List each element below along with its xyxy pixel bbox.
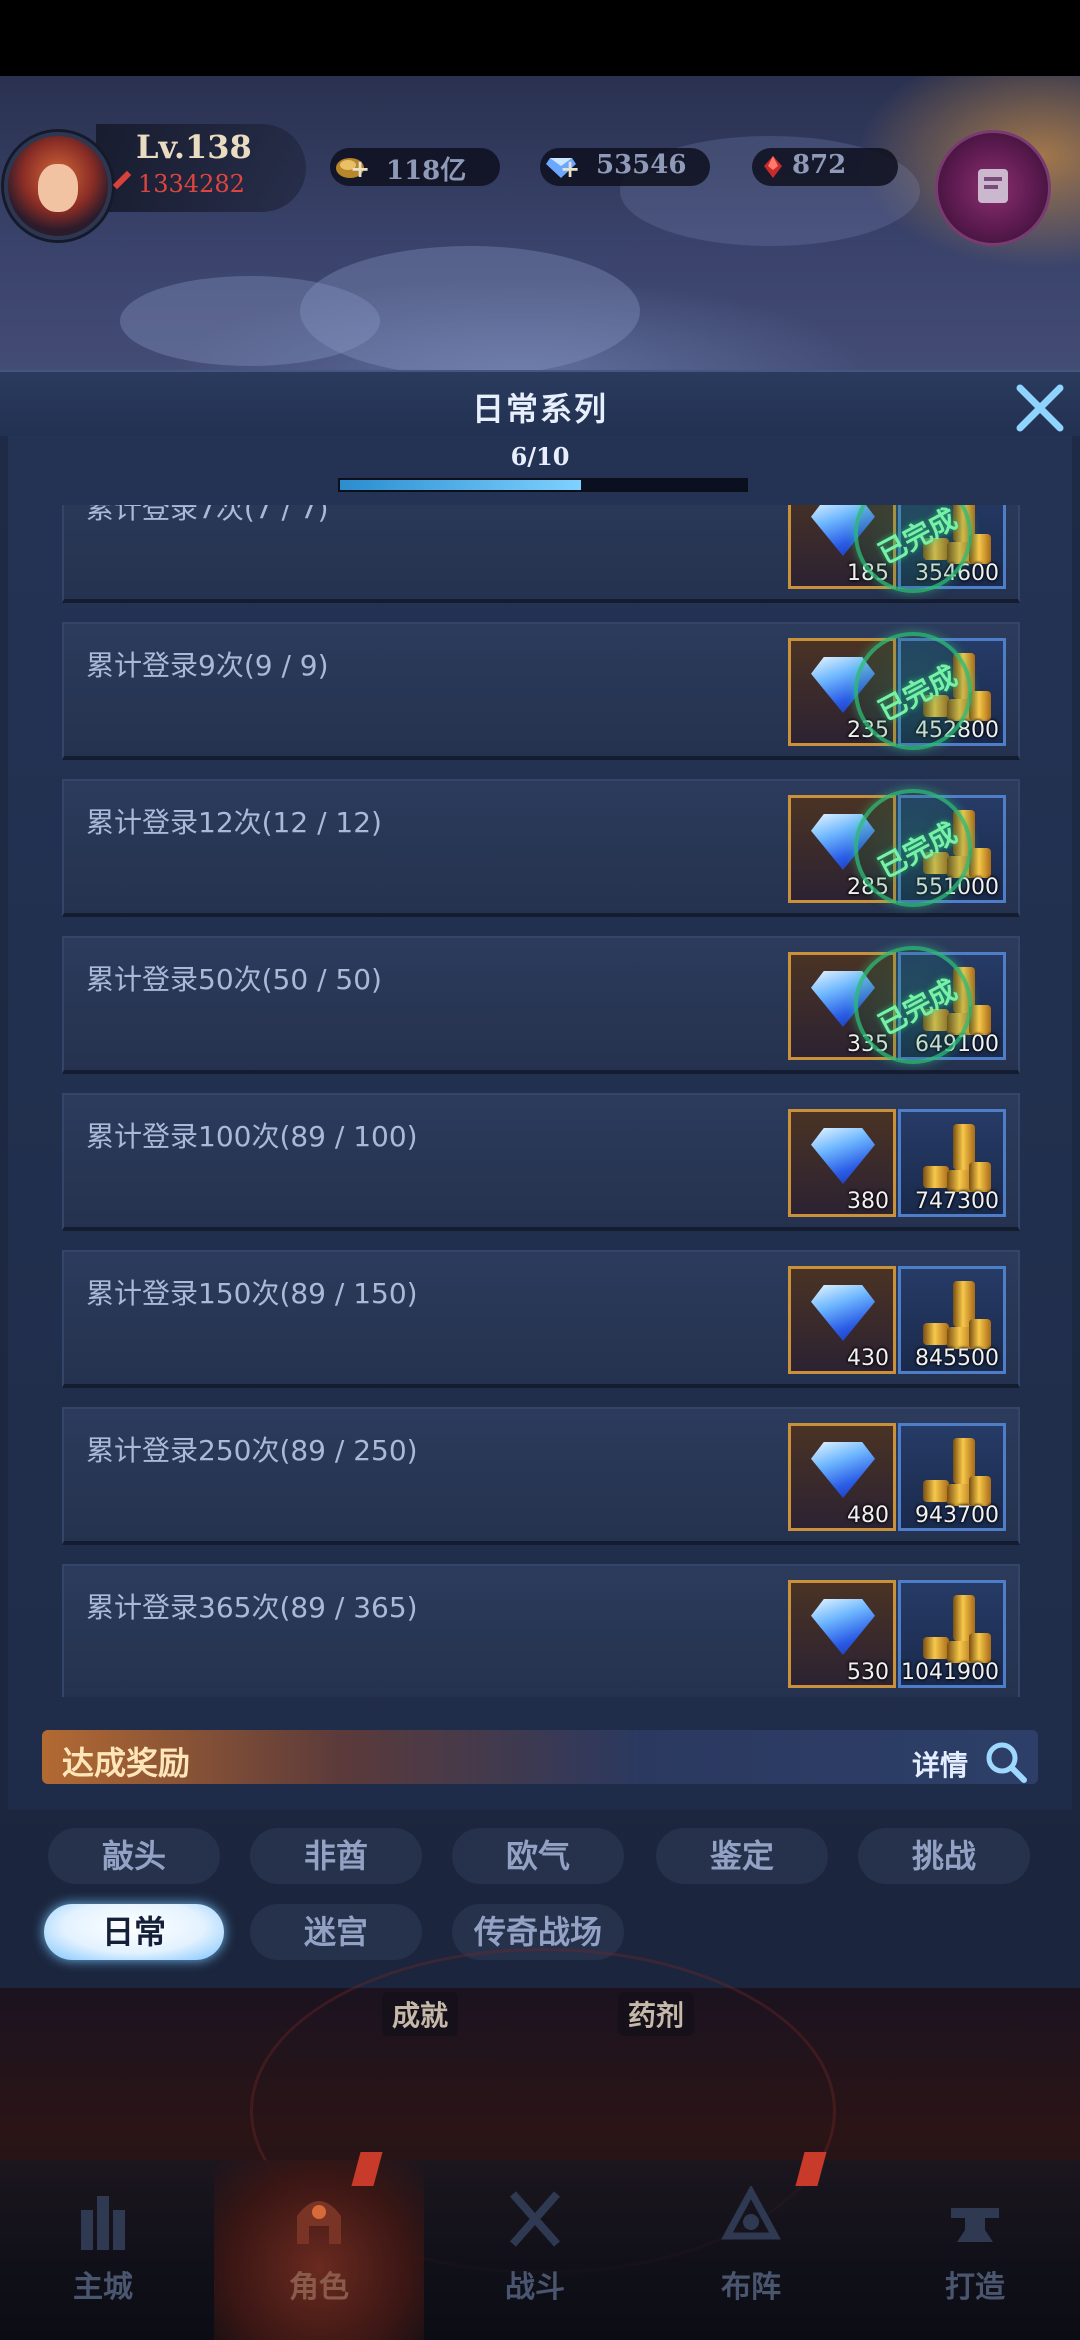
nav-formation[interactable]: 布阵 <box>676 2176 826 2326</box>
top-scene-background <box>0 76 1080 376</box>
completed-stamp-text: 已完成 <box>872 816 963 885</box>
completed-stamp-text: 已完成 <box>872 505 963 571</box>
completed-stamp: 已完成 <box>854 632 972 750</box>
helmet-icon <box>297 2201 341 2244</box>
progress-text: 6/10 <box>510 442 570 471</box>
cloud-decoration <box>120 276 380 366</box>
gem-amount: 480 <box>847 1503 889 1528</box>
completed-stamp-text: 已完成 <box>872 973 963 1042</box>
completed-stamp: 已完成 <box>854 946 972 1064</box>
gold-amount: 1041900 <box>901 1660 999 1685</box>
gold-reward[interactable]: 845500 <box>898 1266 1006 1374</box>
task-card[interactable]: 累计登录250次(89 / 250) 480 943700 <box>62 1407 1020 1545</box>
formation-icon <box>721 2186 781 2240</box>
diamond-icon <box>811 1442 875 1498</box>
quest-scroll-button[interactable] <box>935 130 1051 246</box>
nav-label: 打造 <box>945 2270 1005 2305</box>
tab-4[interactable]: 鉴定 <box>656 1828 828 1884</box>
castle-icon <box>81 2196 125 2250</box>
nav-character[interactable]: 角色 <box>244 2176 394 2326</box>
background-label-achievement: 成就 <box>382 1992 459 2036</box>
tab-row2-2[interactable]: 迷宫 <box>250 1904 422 1960</box>
gold-reward[interactable]: 943700 <box>898 1423 1006 1531</box>
nav-forge[interactable]: 打造 <box>900 2176 1050 2326</box>
gem-amount: 380 <box>847 1189 889 1214</box>
add-crystal-icon: + <box>560 154 581 183</box>
task-label: 累计登录12次(12 / 12) <box>86 806 382 839</box>
task-card[interactable]: 累计登录12次(12 / 12) 285 551000 已完成 <box>62 779 1020 917</box>
task-label: 累计登录150次(89 / 150) <box>86 1277 418 1310</box>
achievement-reward-bar <box>42 1730 1038 1784</box>
player-power: 1334282 <box>138 170 245 198</box>
nav-label: 布阵 <box>721 2270 781 2305</box>
gold-resource[interactable]: + 118亿 <box>330 148 500 186</box>
dialog-title: 日常系列 <box>471 390 608 428</box>
diamond-icon <box>811 1128 875 1184</box>
close-icon[interactable] <box>1012 380 1068 436</box>
background-label-potion: 药剂 <box>618 1992 695 2036</box>
task-card[interactable]: 累计登录365次(89 / 365) 530 1041900 <box>62 1564 1020 1697</box>
search-icon[interactable] <box>984 1740 1028 1784</box>
red-gem-icon <box>764 156 782 178</box>
add-gold-icon: + <box>350 154 371 183</box>
crossed-swords-icon <box>509 2191 561 2247</box>
anvil-icon <box>951 2208 999 2242</box>
nav-main-city[interactable]: 主城 <box>28 2176 178 2326</box>
ruby-resource[interactable]: 872 <box>752 148 898 186</box>
tab-1[interactable]: 敲头 <box>48 1828 220 1884</box>
crystal-value: 53546 <box>596 150 687 180</box>
gem-reward[interactable]: 430 <box>788 1266 896 1374</box>
task-card[interactable]: 累计登录7次(7 / 7) 185 354600 已完成 <box>62 505 1020 603</box>
diamond-icon <box>811 1285 875 1341</box>
task-label: 累计登录100次(89 / 100) <box>86 1120 418 1153</box>
tab-daily-active[interactable]: 日常 <box>44 1904 224 1960</box>
task-label: 累计登录365次(89 / 365) <box>86 1591 418 1624</box>
nav-battle[interactable]: 战斗 <box>460 2176 610 2326</box>
completed-stamp: 已完成 <box>854 789 972 907</box>
details-button[interactable]: 详情 <box>912 1744 968 1784</box>
nav-label: 主城 <box>73 2270 133 2305</box>
gem-reward[interactable]: 380 <box>788 1109 896 1217</box>
completed-stamp-text: 已完成 <box>872 659 963 728</box>
task-card[interactable]: 累计登录9次(9 / 9) 235 452800 已完成 <box>62 622 1020 760</box>
gem-amount: 530 <box>847 1660 889 1685</box>
task-label: 累计登录250次(89 / 250) <box>86 1434 418 1467</box>
tab-5[interactable]: 挑战 <box>858 1828 1030 1884</box>
task-card[interactable]: 累计登录50次(50 / 50) 335 649100 已完成 <box>62 936 1020 1074</box>
avatar-face <box>38 164 78 212</box>
gold-reward[interactable]: 1041900 <box>898 1580 1006 1688</box>
task-card[interactable]: 累计登录150次(89 / 150) 430 845500 <box>62 1250 1020 1388</box>
status-bar <box>0 0 1080 76</box>
player-avatar[interactable] <box>4 132 112 240</box>
nav-label: 战斗 <box>505 2270 565 2305</box>
gold-amount: 845500 <box>915 1346 999 1371</box>
task-list[interactable]: 累计登录7次(7 / 7) 185 354600 已完成累计登录9次(9 / 9) 23… <box>40 505 1040 1697</box>
task-card[interactable]: 累计登录100次(89 / 100) 380 747300 <box>62 1093 1020 1231</box>
ruby-value: 872 <box>792 150 847 180</box>
tab-2[interactable]: 非酋 <box>250 1828 422 1884</box>
scroll-icon <box>978 169 1008 203</box>
gem-reward[interactable]: 530 <box>788 1580 896 1688</box>
player-level: Lv.138 <box>136 128 252 166</box>
crystal-resource[interactable]: + 53546 <box>540 148 710 186</box>
nav-label: 角色 <box>289 2270 349 2305</box>
task-label: 累计登录7次(7 / 7) <box>86 505 329 525</box>
gold-amount: 747300 <box>915 1189 999 1214</box>
gem-amount: 430 <box>847 1346 889 1371</box>
task-label: 累计登录50次(50 / 50) <box>86 963 382 996</box>
gold-reward[interactable]: 747300 <box>898 1109 1006 1217</box>
tab-3[interactable]: 欧气 <box>452 1828 624 1884</box>
task-label: 累计登录9次(9 / 9) <box>86 649 329 682</box>
gem-reward[interactable]: 480 <box>788 1423 896 1531</box>
gold-value: 118亿 <box>386 156 467 186</box>
progress-bar-fill <box>340 480 581 490</box>
gold-amount: 943700 <box>915 1503 999 1528</box>
achievement-reward-title: 达成奖励 <box>62 1744 191 1782</box>
diamond-icon <box>811 1599 875 1655</box>
